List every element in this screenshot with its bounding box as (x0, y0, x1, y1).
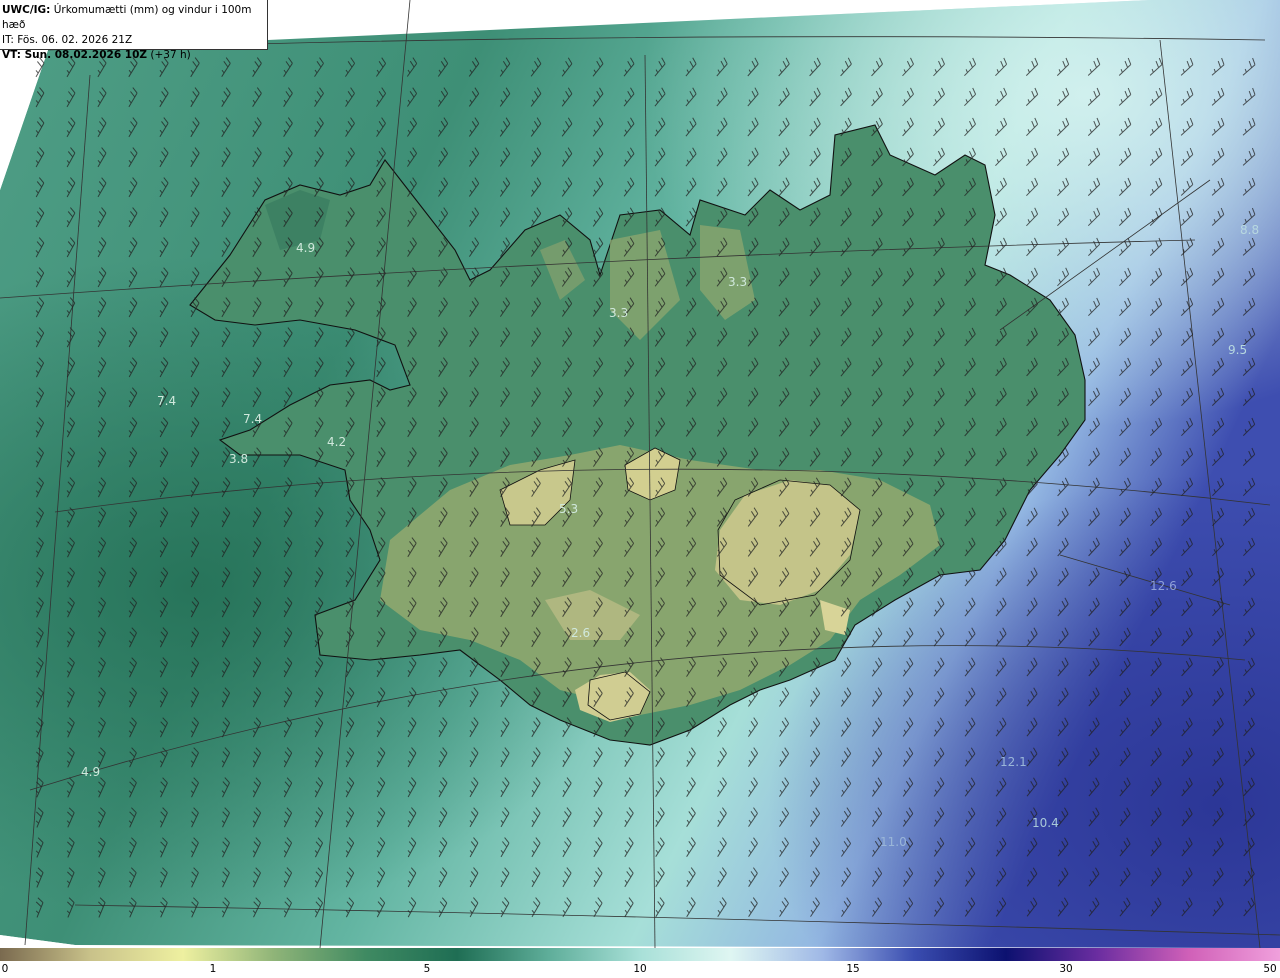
map-value-label: 2.6 (571, 626, 590, 640)
colorbar-strip (0, 948, 1280, 961)
map-value-label: 4.9 (81, 765, 100, 779)
valid-time: VT: Sun. 08.02.2026 10Z (2, 49, 148, 61)
map-value-label: 3.8 (229, 452, 248, 466)
map-value-label: 11.0 (880, 835, 907, 849)
colorbar-tick: 1 (209, 963, 217, 975)
map-value-label: 8.8 (1240, 223, 1259, 237)
colorbar-tick: 5 (423, 963, 431, 975)
map-value-label: 4.2 (327, 435, 346, 449)
weather-map: 4.9 3.3 3.3 7.4 7.4 4.2 3.8 5.3 2.6 4.9 … (0, 0, 1280, 948)
map-value-label: 12.6 (1150, 579, 1177, 593)
forecast-offset: (+37 h) (150, 49, 191, 61)
colorbar-tick: 30 (1059, 963, 1073, 975)
initial-time: IT: Fös. 06. 02. 2026 21Z (2, 34, 133, 46)
colorbar-tick: 15 (846, 963, 860, 975)
header-info-box: UWC/IG: Úrkomumætti (mm) og vindur i 100… (0, 0, 268, 61)
colorbar: 0 1 5 10 15 30 50 (0, 948, 1280, 978)
map-value-label: 12.1 (1000, 755, 1027, 769)
map-value-label: 9.5 (1228, 343, 1247, 357)
map-value-label: 3.3 (728, 275, 747, 289)
colorbar-tick: 0 (1, 963, 9, 975)
map-value-label: 7.4 (157, 394, 176, 408)
model-label: UWC/IG: (2, 4, 51, 16)
map-value-label: 4.9 (296, 241, 315, 255)
colorbar-tick: 50 (1263, 963, 1277, 975)
map-value-label: 10.4 (1032, 816, 1059, 830)
map-value-label: 5.3 (559, 502, 578, 516)
map-value-label: 7.4 (243, 412, 262, 426)
colorbar-tick: 10 (633, 963, 647, 975)
map-value-label: 3.3 (609, 306, 628, 320)
